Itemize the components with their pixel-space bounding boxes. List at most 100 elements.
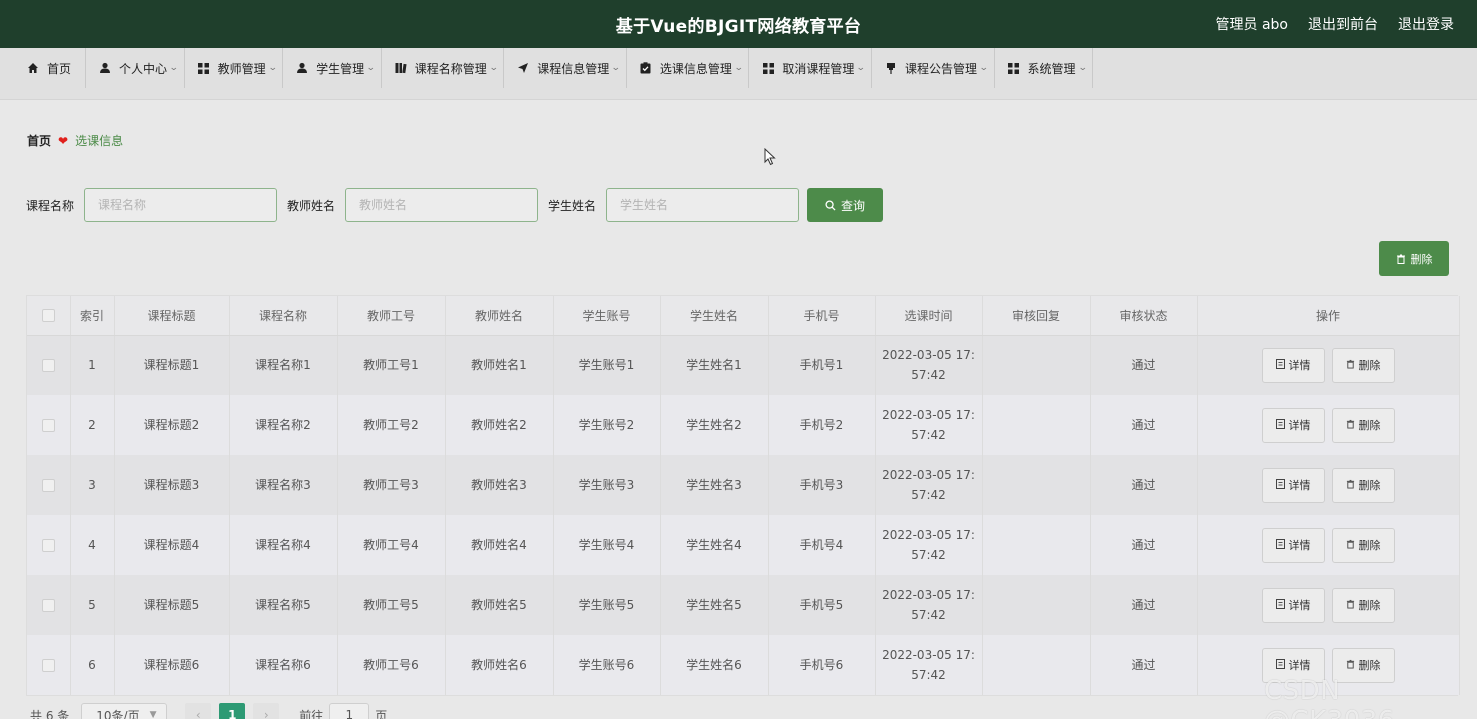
delete-button[interactable]: 删除 <box>1331 467 1395 503</box>
cell-time: 2022-03-05 17: 57:42 <box>875 575 983 635</box>
table-row[interactable]: 2 课程标题2 课程名称2 教师工号2 教师姓名2 学生账号2 学生姓名2 手机号2 2022-… <box>27 395 1460 455</box>
chevron-right-icon: › <box>263 708 269 719</box>
nav-item-5[interactable]: 课程信息管理 ⌄ <box>504 48 627 88</box>
cell-student: 学生姓名3 <box>660 455 769 515</box>
breadcrumb-home[interactable]: 首页 <box>27 132 51 149</box>
detail-button-label: 详情 <box>1288 539 1311 552</box>
document-icon <box>1275 538 1285 552</box>
cell-teacher: 教师姓名5 <box>445 575 554 635</box>
cell-student_no: 学生账号5 <box>553 575 661 635</box>
table-row[interactable]: 4 课程标题4 课程名称4 教师工号4 教师姓名4 学生账号4 学生姓名4 手机号4 2022-… <box>27 515 1460 575</box>
detail-button[interactable]: 详情 <box>1261 407 1325 443</box>
exit-to-front-link[interactable]: 退出到前台 <box>1308 14 1378 34</box>
detail-button-label: 详情 <box>1288 419 1311 432</box>
cell-student: 学生姓名2 <box>660 395 769 455</box>
query-button[interactable]: 查询 <box>807 188 884 222</box>
page-number-current[interactable]: 1 <box>219 703 246 719</box>
delete-button-label: 删除 <box>1358 359 1381 373</box>
heart-icon: ❤ <box>58 133 69 148</box>
delete-button[interactable]: 删除 <box>1331 347 1395 383</box>
row-checkbox[interactable] <box>41 539 55 552</box>
cell-actions: 详情 删除 <box>1197 395 1460 455</box>
row-checkbox[interactable] <box>41 659 55 672</box>
batch-delete-button[interactable]: 删除 <box>1379 241 1449 276</box>
nav-item-label: 系统管理 <box>1027 61 1076 76</box>
nav-item-3[interactable]: 学生管理 ⌄ <box>283 48 382 88</box>
cell-title: 课程标题6 <box>114 635 230 695</box>
delete-button[interactable]: 删除 <box>1331 527 1395 563</box>
prev-page-button[interactable]: ‹ <box>185 703 212 719</box>
nav-item-7[interactable]: 取消课程管理 ⌄ <box>749 48 872 88</box>
trash-icon <box>1346 599 1355 612</box>
next-page-button[interactable]: › <box>253 703 280 719</box>
nav-item-9[interactable]: 系统管理 ⌄ <box>995 48 1094 88</box>
cell-student_no: 学生账号1 <box>553 335 661 395</box>
time-part-b: 57:42 <box>911 428 946 442</box>
row-checkbox[interactable] <box>41 359 55 373</box>
cell-time: 2022-03-05 17: 57:42 <box>875 635 983 695</box>
row-checkbox[interactable] <box>41 599 55 612</box>
teacher-name-label: 教师姓名 <box>287 198 336 213</box>
delete-button-label: 删除 <box>1358 659 1381 672</box>
nav-item-1[interactable]: 个人中心 ⌄ <box>86 48 185 88</box>
grid-icon <box>197 61 211 75</box>
nav-item-6[interactable]: 选课信息管理 ⌄ <box>627 48 750 88</box>
cell-title: 课程标题3 <box>114 455 230 515</box>
chevron-down-icon: ⌄ <box>611 63 621 73</box>
chevron-down-icon: ⌄ <box>267 63 278 73</box>
chevron-left-icon: ‹ <box>195 708 201 719</box>
cell-teacher_no: 教师工号5 <box>337 575 446 635</box>
column-header: 课程标题 <box>114 296 230 336</box>
nav-item-label: 课程公告管理 <box>904 61 977 76</box>
query-button-label: 查询 <box>841 198 866 213</box>
cell-index: 5 <box>70 575 115 635</box>
select-all-checkbox[interactable] <box>41 309 55 323</box>
detail-button[interactable]: 详情 <box>1261 527 1325 563</box>
cell-teacher_no: 教师工号3 <box>337 455 446 515</box>
detail-button[interactable]: 详情 <box>1261 347 1325 383</box>
logout-link[interactable]: 退出登录 <box>1398 14 1454 34</box>
page-size-select[interactable]: 10条/页 ▼ <box>81 703 168 719</box>
goto-page-input[interactable]: 1 <box>329 703 370 719</box>
nav-item-8[interactable]: 课程公告管理 ⌄ <box>872 48 995 88</box>
student-name-input[interactable] <box>606 188 800 222</box>
cell-actions: 详情 删除 <box>1197 575 1460 635</box>
row-select-cell <box>27 515 71 575</box>
user-icon <box>98 61 112 75</box>
cell-student_no: 学生账号2 <box>553 395 661 455</box>
cell-teacher_no: 教师工号2 <box>337 395 446 455</box>
table-row[interactable]: 1 课程标题1 课程名称1 教师工号1 教师姓名1 学生账号1 学生姓名1 手机号1 2022-… <box>27 335 1460 395</box>
watermark: CSDN @CK3036 <box>1264 676 1394 719</box>
main-nav: 首页 个人中心 ⌄ 教师管理 ⌄ 学生管理 ⌄ 课程名称管理 ⌄ 课程信息管理 ⌄ 选课信息管理 ⌄ 取消… <box>0 48 1477 100</box>
cell-status: 通过 <box>1090 575 1198 635</box>
grid-icon <box>1007 61 1021 75</box>
course-name-input[interactable] <box>84 188 278 222</box>
delete-button[interactable]: 删除 <box>1331 407 1395 443</box>
nav-item-0[interactable]: 首页 <box>14 48 87 88</box>
nav-item-2[interactable]: 教师管理 ⌄ <box>185 48 284 88</box>
time-part-a: 2022-03-05 17: <box>882 648 975 662</box>
detail-button[interactable]: 详情 <box>1261 467 1325 503</box>
cell-status: 通过 <box>1090 455 1198 515</box>
delete-button[interactable]: 删除 <box>1331 587 1395 623</box>
search-icon <box>825 199 836 211</box>
trash-icon <box>1346 419 1355 432</box>
teacher-name-input[interactable] <box>345 188 539 222</box>
table-row[interactable]: 6 课程标题6 课程名称6 教师工号6 教师姓名6 学生账号6 学生姓名6 手机号6 2022-… <box>27 635 1460 695</box>
cell-phone: 手机号2 <box>768 395 876 455</box>
table-row[interactable]: 3 课程标题3 课程名称3 教师工号3 教师姓名3 学生账号3 学生姓名3 手机号3 2022-… <box>27 455 1460 515</box>
nav-item-label: 学生管理 <box>316 61 365 76</box>
row-checkbox[interactable] <box>41 479 55 492</box>
cell-title: 课程标题4 <box>114 515 230 575</box>
trash-icon <box>1346 539 1355 552</box>
cell-phone: 手机号1 <box>768 335 876 395</box>
time-part-a: 2022-03-05 17: <box>882 348 975 363</box>
cell-reply <box>982 635 1091 695</box>
clipboard-check-icon <box>639 61 653 75</box>
cell-index: 3 <box>70 455 115 515</box>
document-icon <box>1275 478 1285 492</box>
nav-item-4[interactable]: 课程名称管理 ⌄ <box>382 48 505 88</box>
row-checkbox[interactable] <box>41 419 55 432</box>
detail-button[interactable]: 详情 <box>1261 587 1325 623</box>
table-row[interactable]: 5 课程标题5 课程名称5 教师工号5 教师姓名5 学生账号5 学生姓名5 手机号5 2022-… <box>27 575 1460 635</box>
